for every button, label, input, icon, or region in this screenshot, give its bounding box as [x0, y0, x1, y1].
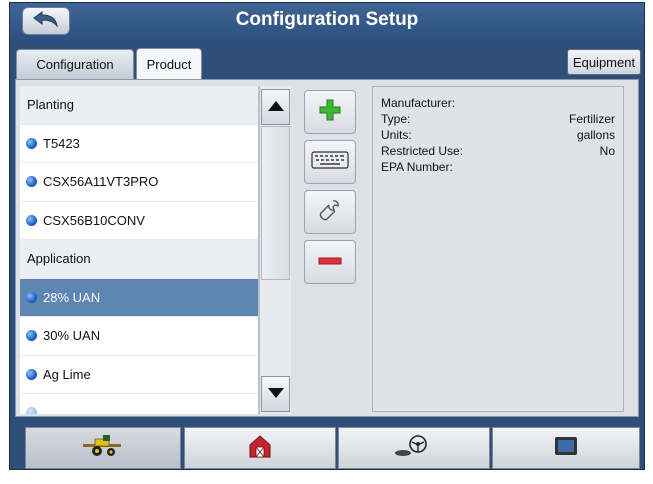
detail-restricted-use: Restricted Use: No	[381, 144, 615, 158]
product-dot-icon	[26, 291, 37, 303]
product-dot-icon	[26, 137, 37, 149]
delete-button[interactable]	[304, 240, 356, 284]
list-item[interactable]: 30% UAN	[20, 317, 258, 356]
list-item[interactable]: T5423	[20, 125, 258, 163]
product-dot-icon	[26, 330, 37, 342]
list-item[interactable]: Ag Lime	[20, 356, 258, 394]
nav-display[interactable]	[492, 427, 640, 469]
nav-farm[interactable]	[184, 427, 336, 469]
scroll-down-button[interactable]	[261, 376, 290, 412]
tractor-icon	[81, 434, 125, 463]
list-scrollbar[interactable]	[259, 86, 291, 414]
product-dot-icon	[26, 368, 37, 380]
title-bar: Configuration Setup	[10, 3, 644, 43]
list-group-header: Application	[20, 240, 258, 279]
detail-units: Units: gallons	[381, 128, 615, 142]
product-dot-icon	[26, 176, 37, 188]
farm-icon	[247, 433, 273, 464]
detail-epa-number: EPA Number:	[381, 160, 453, 174]
product-dot-icon	[26, 214, 37, 226]
tab-configuration[interactable]: Configuration	[16, 49, 134, 79]
product-list[interactable]: Planting T5423 CSX56A11VT3PRO CSX56B10CO…	[20, 86, 259, 414]
triangle-down-icon	[267, 385, 284, 403]
keyboard-icon	[311, 150, 349, 175]
list-item-selected[interactable]: 28% UAN	[20, 278, 258, 317]
add-product-button[interactable]	[304, 90, 356, 134]
page-title: Configuration Setup	[235, 9, 419, 30]
wrench-icon	[318, 198, 342, 227]
display-icon	[553, 435, 579, 462]
triangle-up-icon	[267, 98, 284, 116]
nav-equipment[interactable]	[25, 427, 181, 469]
list-group-header: Planting	[20, 86, 258, 125]
tab-product[interactable]: Product	[136, 48, 202, 80]
equipment-button[interactable]: Equipment	[567, 49, 641, 75]
product-dot-icon	[26, 407, 37, 414]
list-item[interactable]: CSX56A11VT3PRO	[20, 163, 258, 202]
detail-manufacturer: Manufacturer:	[381, 96, 456, 110]
minus-icon	[318, 253, 342, 271]
scroll-thumb[interactable]	[261, 126, 290, 280]
rename-button[interactable]	[304, 140, 356, 184]
scroll-up-button[interactable]	[261, 89, 290, 125]
list-item-partial[interactable]	[20, 394, 258, 414]
steering-icon	[393, 433, 435, 464]
nav-guidance[interactable]	[338, 427, 490, 469]
edit-button[interactable]	[304, 190, 356, 234]
plus-icon	[318, 98, 342, 127]
detail-type: Type: Fertilizer	[381, 112, 615, 126]
product-details: Manufacturer: Type: Fertilizer Units: ga…	[372, 86, 624, 412]
list-item[interactable]: CSX56B10CONV	[20, 202, 258, 240]
